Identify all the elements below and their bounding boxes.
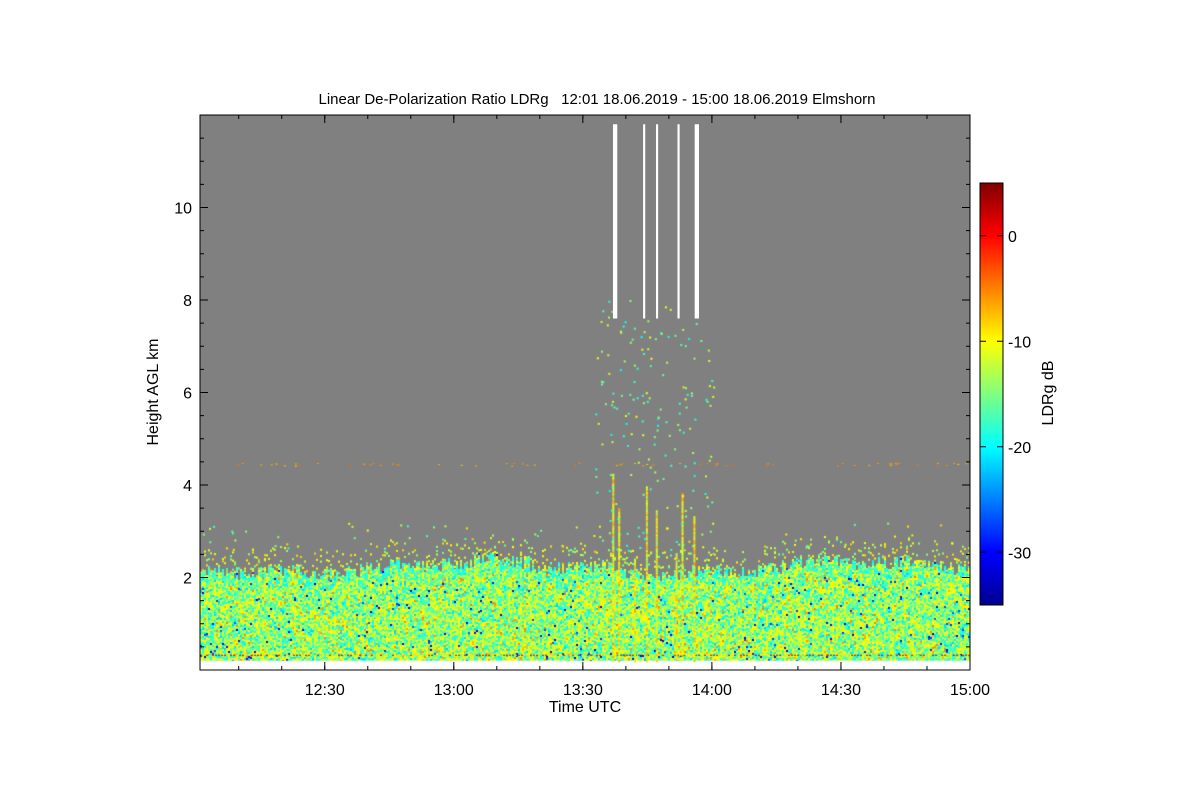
chart-title: Linear De-Polarization Ratio LDRg 12:01 …	[318, 91, 875, 108]
x-tick-label: 15:00	[950, 682, 990, 699]
white-gap	[655, 124, 659, 319]
ldr-chart: Linear De-Polarization Ratio LDRg 12:01 …	[145, 91, 1057, 716]
x-axis-label: Time UTC	[549, 699, 621, 716]
white-gap	[677, 124, 680, 319]
y-axis-label: Height AGL km	[145, 338, 162, 445]
colorbar	[979, 182, 1004, 606]
y-tick-label: 8	[183, 293, 192, 310]
white-gap	[694, 124, 699, 319]
y-tick-label: 4	[183, 478, 192, 495]
y-tick-label: 10	[174, 201, 192, 218]
y-tick-label: 6	[183, 386, 192, 403]
white-gap	[643, 124, 646, 319]
x-tick-label: 12:30	[305, 682, 345, 699]
y-tick-label: 2	[183, 571, 192, 588]
white-gap	[612, 124, 618, 319]
x-tick-label: 13:00	[434, 682, 474, 699]
colorbar-tick-label: -20	[1008, 440, 1031, 457]
x-tick-label: 13:30	[563, 682, 603, 699]
colorbar-label: LDRg dB	[1040, 361, 1057, 426]
colorbar-tick-label: 0	[1008, 229, 1017, 246]
x-tick-label: 14:00	[692, 682, 732, 699]
heatmap-image	[200, 115, 970, 670]
x-tick-label: 14:30	[821, 682, 861, 699]
heatmap-data	[200, 115, 970, 670]
colorbar-tick-label: -30	[1008, 545, 1031, 562]
colorbar-tick-label: -10	[1008, 334, 1031, 351]
